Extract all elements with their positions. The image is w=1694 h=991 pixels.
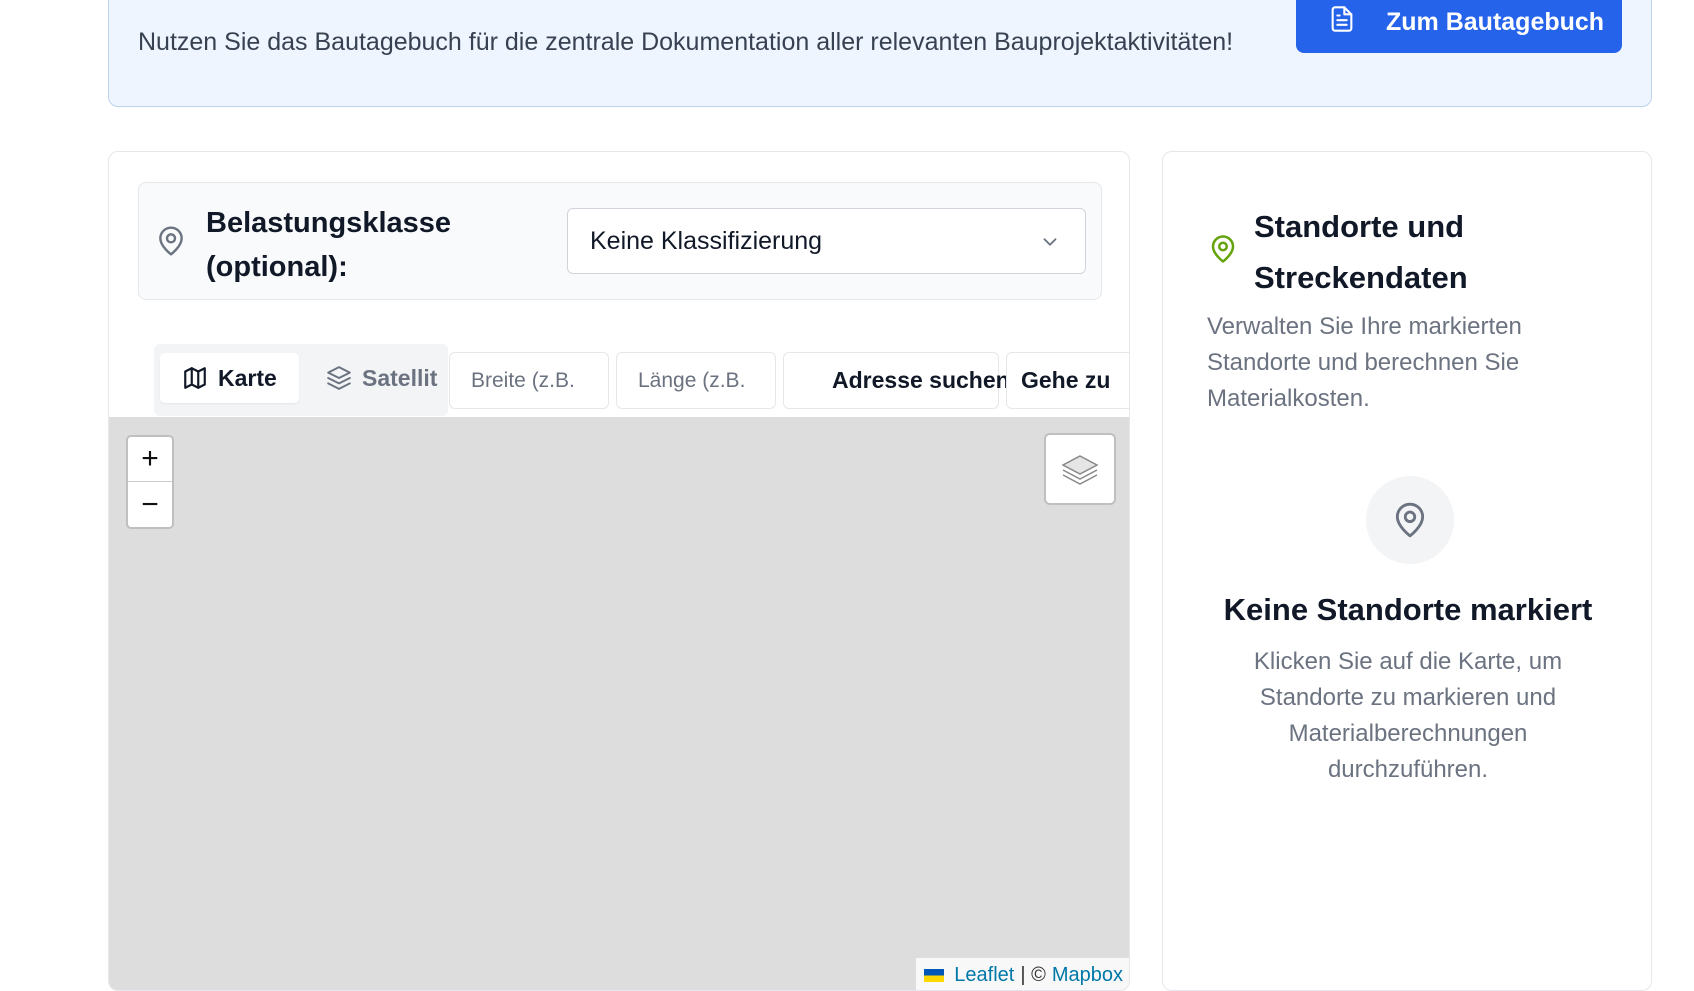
search-address-label: Adresse suchen <box>832 367 1010 393</box>
locations-title: Standorte und Streckendaten <box>1254 209 1468 295</box>
tab-satellite-label: Satellit <box>362 364 438 391</box>
chevron-down-icon <box>1043 238 1057 246</box>
map-icon <box>184 367 206 389</box>
attribution-separator: | © <box>1020 963 1046 986</box>
tab-satellite[interactable]: Satellit <box>304 353 459 403</box>
locations-description: Verwalten Sie Ihre markierten Standorte … <box>1207 313 1522 412</box>
open-construction-diary-button[interactable]: Zum Bautagebuch <box>1296 0 1622 53</box>
tab-map[interactable]: Karte <box>160 353 299 403</box>
goto-button[interactable]: Gehe zu <box>1006 352 1129 409</box>
mapbox-link[interactable]: Mapbox <box>1052 964 1123 987</box>
zoom-in-button[interactable]: + <box>128 437 172 482</box>
map-pin-icon <box>1211 235 1235 263</box>
empty-state-icon-circle <box>1366 476 1454 564</box>
document-icon <box>1328 5 1356 40</box>
map-pin-icon <box>159 226 183 256</box>
empty-state-title: Keine Standorte markiert <box>1223 592 1593 627</box>
banner-button-label: Zum Bautagebuch <box>1386 7 1605 36</box>
ukraine-flag-icon <box>924 968 945 982</box>
map-type-tabs: Karte Satellit <box>154 344 448 416</box>
layer-switcher-button[interactable] <box>1044 433 1116 505</box>
layers-icon <box>327 366 351 390</box>
banner-text: Nutzen Sie das Bautagebuch für die zentr… <box>138 28 1234 56</box>
latitude-input[interactable] <box>449 352 609 409</box>
load-class-section: Belastungsklasse (optional): Keine Klass… <box>138 182 1102 300</box>
map-attribution: Leaflet | © Mapbox <box>916 958 1129 990</box>
empty-state-description: Klicken Sie auf die Karte, um Standorte … <box>1253 648 1563 783</box>
search-address-button[interactable]: Adresse suchen <box>783 352 1010 409</box>
load-class-select-value: Keine Klassifizierung <box>590 226 823 255</box>
map-card: Belastungsklasse (optional): Keine Klass… <box>108 151 1130 991</box>
map-pin-icon <box>1395 502 1425 538</box>
load-class-label: Belastungsklasse (optional): <box>206 207 452 283</box>
locations-card: Standorte und Streckendaten Verwalten Si… <box>1162 151 1652 991</box>
map-canvas[interactable]: + − Leaflet | © Mapbox <box>109 417 1129 990</box>
longitude-input[interactable] <box>616 352 776 409</box>
zoom-out-button[interactable]: − <box>128 482 172 527</box>
load-class-select[interactable]: Keine Klassifizierung <box>567 208 1086 274</box>
tab-map-label: Karte <box>218 364 277 391</box>
goto-label: Gehe zu <box>1021 367 1111 393</box>
leaflet-link[interactable]: Leaflet <box>954 964 1014 987</box>
info-banner: Nutzen Sie das Bautagebuch für die zentr… <box>108 0 1652 107</box>
layers-icon <box>1061 455 1099 485</box>
zoom-control: + − <box>126 435 174 529</box>
